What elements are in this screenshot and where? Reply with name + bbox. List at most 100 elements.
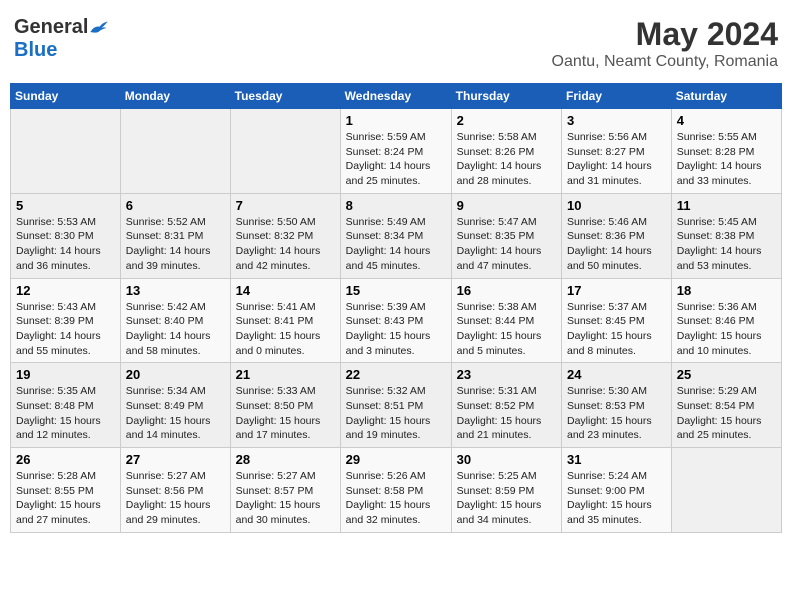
day-info: Sunrise: 5:36 AMSunset: 8:46 PMDaylight:… bbox=[677, 300, 776, 359]
day-number: 31 bbox=[567, 452, 666, 467]
calendar-week-row: 19Sunrise: 5:35 AMSunset: 8:48 PMDayligh… bbox=[11, 363, 782, 448]
calendar-week-row: 5 Sunrise: 5:53 AMSunset: 8:30 PMDaylight… bbox=[11, 193, 782, 278]
calendar-cell bbox=[120, 109, 230, 194]
day-number: 14 bbox=[236, 283, 335, 298]
day-number: 24 bbox=[567, 367, 666, 382]
day-number: 8 bbox=[346, 198, 446, 213]
day-number: 23 bbox=[457, 367, 556, 382]
day-number: 1 bbox=[346, 113, 446, 128]
day-info: Sunrise: 5:56 AMSunset: 8:27 PMDaylight:… bbox=[567, 130, 666, 189]
calendar-cell: 9 Sunrise: 5:47 AMSunset: 8:35 PMDaylight… bbox=[451, 193, 561, 278]
header-row: Sunday Monday Tuesday Wednesday Thursday… bbox=[11, 84, 782, 109]
col-monday: Monday bbox=[120, 84, 230, 109]
calendar-cell: 14 Sunrise: 5:41 AMSunset: 8:41 PMDayligh… bbox=[230, 278, 340, 363]
day-info: Sunrise: 5:52 AMSunset: 8:31 PMDaylight:… bbox=[126, 215, 225, 274]
day-info: Sunrise: 5:45 AMSunset: 8:38 PMDaylight:… bbox=[677, 215, 776, 274]
calendar-cell: 7 Sunrise: 5:50 AMSunset: 8:32 PMDaylight… bbox=[230, 193, 340, 278]
calendar-cell: 18 Sunrise: 5:36 AMSunset: 8:46 PMDayligh… bbox=[671, 278, 781, 363]
day-info: Sunrise: 5:28 AMSunset: 8:55 PMDaylight:… bbox=[16, 469, 115, 528]
day-number: 17 bbox=[567, 283, 666, 298]
logo-bird-icon bbox=[89, 20, 109, 36]
day-info: Sunrise: 5:29 AMSunset: 8:54 PMDaylight:… bbox=[677, 384, 776, 443]
calendar-cell: 30 Sunrise: 5:25 AMSunset: 8:59 PMDayligh… bbox=[451, 448, 561, 533]
calendar-week-row: 1 Sunrise: 5:59 AMSunset: 8:24 PMDaylight… bbox=[11, 109, 782, 194]
day-number: 16 bbox=[457, 283, 556, 298]
day-info: Sunrise: 5:30 AMSunset: 8:53 PMDaylight:… bbox=[567, 384, 666, 443]
day-number: 29 bbox=[346, 452, 446, 467]
calendar-cell: 15 Sunrise: 5:39 AMSunset: 8:43 PMDayligh… bbox=[340, 278, 451, 363]
day-number: 6 bbox=[126, 198, 225, 213]
day-number: 22 bbox=[346, 367, 446, 382]
calendar-cell bbox=[671, 448, 781, 533]
day-number: 15 bbox=[346, 283, 446, 298]
calendar-cell: 5 Sunrise: 5:53 AMSunset: 8:30 PMDaylight… bbox=[11, 193, 121, 278]
day-info: Sunrise: 5:38 AMSunset: 8:44 PMDaylight:… bbox=[457, 300, 556, 359]
calendar-cell: 8 Sunrise: 5:49 AMSunset: 8:34 PMDaylight… bbox=[340, 193, 451, 278]
calendar-cell: 4Sunrise: 5:55 AMSunset: 8:28 PMDaylight… bbox=[671, 109, 781, 194]
calendar-cell: 25Sunrise: 5:29 AMSunset: 8:54 PMDayligh… bbox=[671, 363, 781, 448]
day-info: Sunrise: 5:43 AMSunset: 8:39 PMDaylight:… bbox=[16, 300, 115, 359]
calendar-cell bbox=[11, 109, 121, 194]
col-friday: Friday bbox=[562, 84, 672, 109]
day-number: 10 bbox=[567, 198, 666, 213]
calendar-cell: 28 Sunrise: 5:27 AMSunset: 8:57 PMDayligh… bbox=[230, 448, 340, 533]
calendar-week-row: 26 Sunrise: 5:28 AMSunset: 8:55 PMDayligh… bbox=[11, 448, 782, 533]
day-info: Sunrise: 5:42 AMSunset: 8:40 PMDaylight:… bbox=[126, 300, 225, 359]
calendar-body: 1 Sunrise: 5:59 AMSunset: 8:24 PMDaylight… bbox=[11, 109, 782, 533]
calendar-cell: 11 Sunrise: 5:45 AMSunset: 8:38 PMDayligh… bbox=[671, 193, 781, 278]
title-block: May 2024 Oantu, Neamt County, Romania bbox=[552, 16, 778, 71]
day-info: Sunrise: 5:26 AMSunset: 8:58 PMDaylight:… bbox=[346, 469, 446, 528]
calendar-cell: 10 Sunrise: 5:46 AMSunset: 8:36 PMDayligh… bbox=[562, 193, 672, 278]
day-number: 28 bbox=[236, 452, 335, 467]
calendar-cell: 21Sunrise: 5:33 AMSunset: 8:50 PMDayligh… bbox=[230, 363, 340, 448]
day-info: Sunrise: 5:32 AMSunset: 8:51 PMDaylight:… bbox=[346, 384, 446, 443]
page-title: May 2024 bbox=[552, 16, 778, 53]
calendar-table: Sunday Monday Tuesday Wednesday Thursday… bbox=[10, 83, 782, 533]
day-info: Sunrise: 5:47 AMSunset: 8:35 PMDaylight:… bbox=[457, 215, 556, 274]
calendar-cell: 16 Sunrise: 5:38 AMSunset: 8:44 PMDayligh… bbox=[451, 278, 561, 363]
page-subtitle: Oantu, Neamt County, Romania bbox=[552, 53, 778, 71]
day-info: Sunrise: 5:58 AMSunset: 8:26 PMDaylight:… bbox=[457, 130, 556, 189]
calendar-cell: 31Sunrise: 5:24 AMSunset: 9:00 PMDayligh… bbox=[562, 448, 672, 533]
day-number: 3 bbox=[567, 113, 666, 128]
calendar-cell: 1 Sunrise: 5:59 AMSunset: 8:24 PMDaylight… bbox=[340, 109, 451, 194]
calendar-cell: 27 Sunrise: 5:27 AMSunset: 8:56 PMDayligh… bbox=[120, 448, 230, 533]
day-info: Sunrise: 5:39 AMSunset: 8:43 PMDaylight:… bbox=[346, 300, 446, 359]
calendar-cell: 24 Sunrise: 5:30 AMSunset: 8:53 PMDayligh… bbox=[562, 363, 672, 448]
col-tuesday: Tuesday bbox=[230, 84, 340, 109]
day-number: 18 bbox=[677, 283, 776, 298]
calendar-cell: 12 Sunrise: 5:43 AMSunset: 8:39 PMDayligh… bbox=[11, 278, 121, 363]
day-info: Sunrise: 5:46 AMSunset: 8:36 PMDaylight:… bbox=[567, 215, 666, 274]
day-info: Sunrise: 5:27 AMSunset: 8:57 PMDaylight:… bbox=[236, 469, 335, 528]
day-info: Sunrise: 5:25 AMSunset: 8:59 PMDaylight:… bbox=[457, 469, 556, 528]
calendar-cell: 20Sunrise: 5:34 AMSunset: 8:49 PMDayligh… bbox=[120, 363, 230, 448]
day-number: 27 bbox=[126, 452, 225, 467]
day-info: Sunrise: 5:53 AMSunset: 8:30 PMDaylight:… bbox=[16, 215, 115, 274]
day-info: Sunrise: 5:55 AMSunset: 8:28 PMDaylight:… bbox=[677, 130, 776, 189]
day-number: 26 bbox=[16, 452, 115, 467]
col-saturday: Saturday bbox=[671, 84, 781, 109]
col-wednesday: Wednesday bbox=[340, 84, 451, 109]
day-info: Sunrise: 5:50 AMSunset: 8:32 PMDaylight:… bbox=[236, 215, 335, 274]
day-info: Sunrise: 5:59 AMSunset: 8:24 PMDaylight:… bbox=[346, 130, 446, 189]
day-info: Sunrise: 5:35 AMSunset: 8:48 PMDaylight:… bbox=[16, 384, 115, 443]
day-info: Sunrise: 5:49 AMSunset: 8:34 PMDaylight:… bbox=[346, 215, 446, 274]
logo-blue-text: Blue bbox=[14, 39, 57, 61]
logo: General Blue bbox=[14, 16, 109, 62]
calendar-cell: 23 Sunrise: 5:31 AMSunset: 8:52 PMDayligh… bbox=[451, 363, 561, 448]
day-number: 30 bbox=[457, 452, 556, 467]
day-number: 12 bbox=[16, 283, 115, 298]
day-info: Sunrise: 5:41 AMSunset: 8:41 PMDaylight:… bbox=[236, 300, 335, 359]
day-info: Sunrise: 5:31 AMSunset: 8:52 PMDaylight:… bbox=[457, 384, 556, 443]
day-number: 7 bbox=[236, 198, 335, 213]
calendar-cell: 26 Sunrise: 5:28 AMSunset: 8:55 PMDayligh… bbox=[11, 448, 121, 533]
col-sunday: Sunday bbox=[11, 84, 121, 109]
day-number: 9 bbox=[457, 198, 556, 213]
day-number: 5 bbox=[16, 198, 115, 213]
day-number: 11 bbox=[677, 198, 776, 213]
day-number: 2 bbox=[457, 113, 556, 128]
day-number: 20 bbox=[126, 367, 225, 382]
day-info: Sunrise: 5:27 AMSunset: 8:56 PMDaylight:… bbox=[126, 469, 225, 528]
day-number: 13 bbox=[126, 283, 225, 298]
day-number: 21 bbox=[236, 367, 335, 382]
